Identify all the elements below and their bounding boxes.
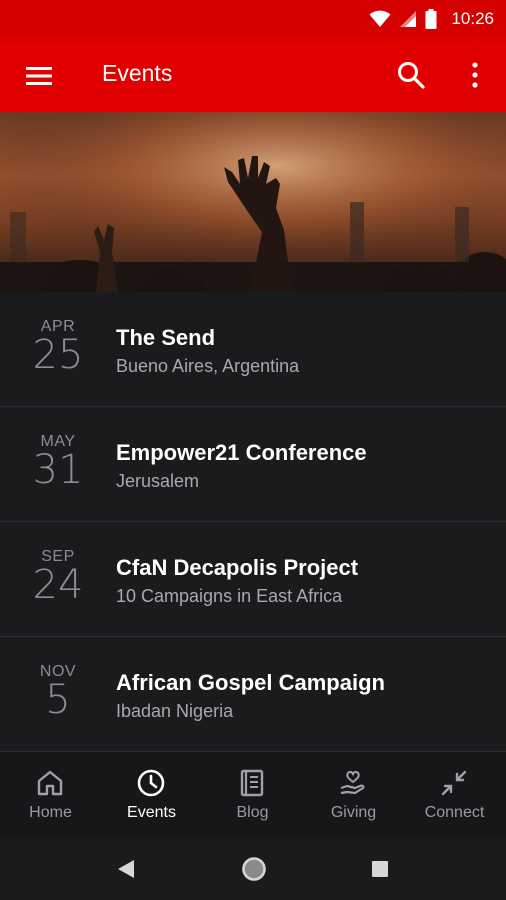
event-name: The Send [116,325,216,350]
event-item[interactable]: NOV 5 African Gospel Campaign Ibadan Nig… [0,637,506,752]
event-location: Jerusalem [116,471,200,491]
bottom-navigation: Home Events Blog Giving Connect [0,752,506,836]
nav-connect[interactable]: Connect [404,752,505,836]
event-location: 10 Campaigns in East Africa [116,586,343,606]
battery-icon [425,9,437,29]
arrows-in-icon [441,770,467,796]
back-icon[interactable] [116,858,136,880]
signal-icon [400,11,417,27]
app-bar: Events [0,38,506,112]
home-button-icon[interactable] [241,856,267,882]
event-location: Bueno Aires, Argentina [116,356,300,376]
nav-giving[interactable]: Giving [303,752,404,836]
menu-icon[interactable] [24,62,56,90]
event-day: 25 [32,332,84,378]
event-item[interactable]: MAY 31 Empower21 Conference Jerusalem [0,407,506,522]
nav-label: Events [127,804,176,821]
hero-image [0,112,506,292]
status-bar: 10:26 [0,0,506,38]
book-icon [240,769,264,797]
home-icon [37,770,63,796]
wifi-icon [369,10,391,27]
event-day: 24 [32,562,84,608]
system-navigation-bar [0,836,506,900]
event-day: 5 [45,677,71,723]
status-time: 10:26 [451,9,494,28]
nav-blog[interactable]: Blog [202,752,303,836]
nav-label: Giving [330,804,377,821]
nav-label: Connect [424,804,485,821]
more-options-icon[interactable] [466,60,484,90]
event-location: Ibadan Nigeria [116,701,234,721]
nav-label: Blog [236,804,269,821]
search-icon[interactable] [396,60,426,90]
giving-hand-icon [340,770,365,795]
nav-label: Home [29,804,72,821]
nav-home[interactable]: Home [0,752,101,836]
event-name: African Gospel Campaign [116,670,385,695]
nav-events[interactable]: Events [101,752,202,836]
events-list: APR 25 The Send Bueno Aires, Argentina M… [0,292,506,752]
page-title: Events [102,60,173,86]
event-name: Empower21 Conference [116,440,367,465]
recent-apps-icon[interactable] [371,860,389,878]
event-item[interactable]: APR 25 The Send Bueno Aires, Argentina [0,292,506,407]
event-item[interactable]: SEP 24 CfaN Decapolis Project 10 Campaig… [0,522,506,637]
event-name: CfaN Decapolis Project [116,555,359,580]
concert-hero-photo [0,112,506,292]
clock-icon [137,769,165,797]
event-day: 31 [32,447,84,493]
